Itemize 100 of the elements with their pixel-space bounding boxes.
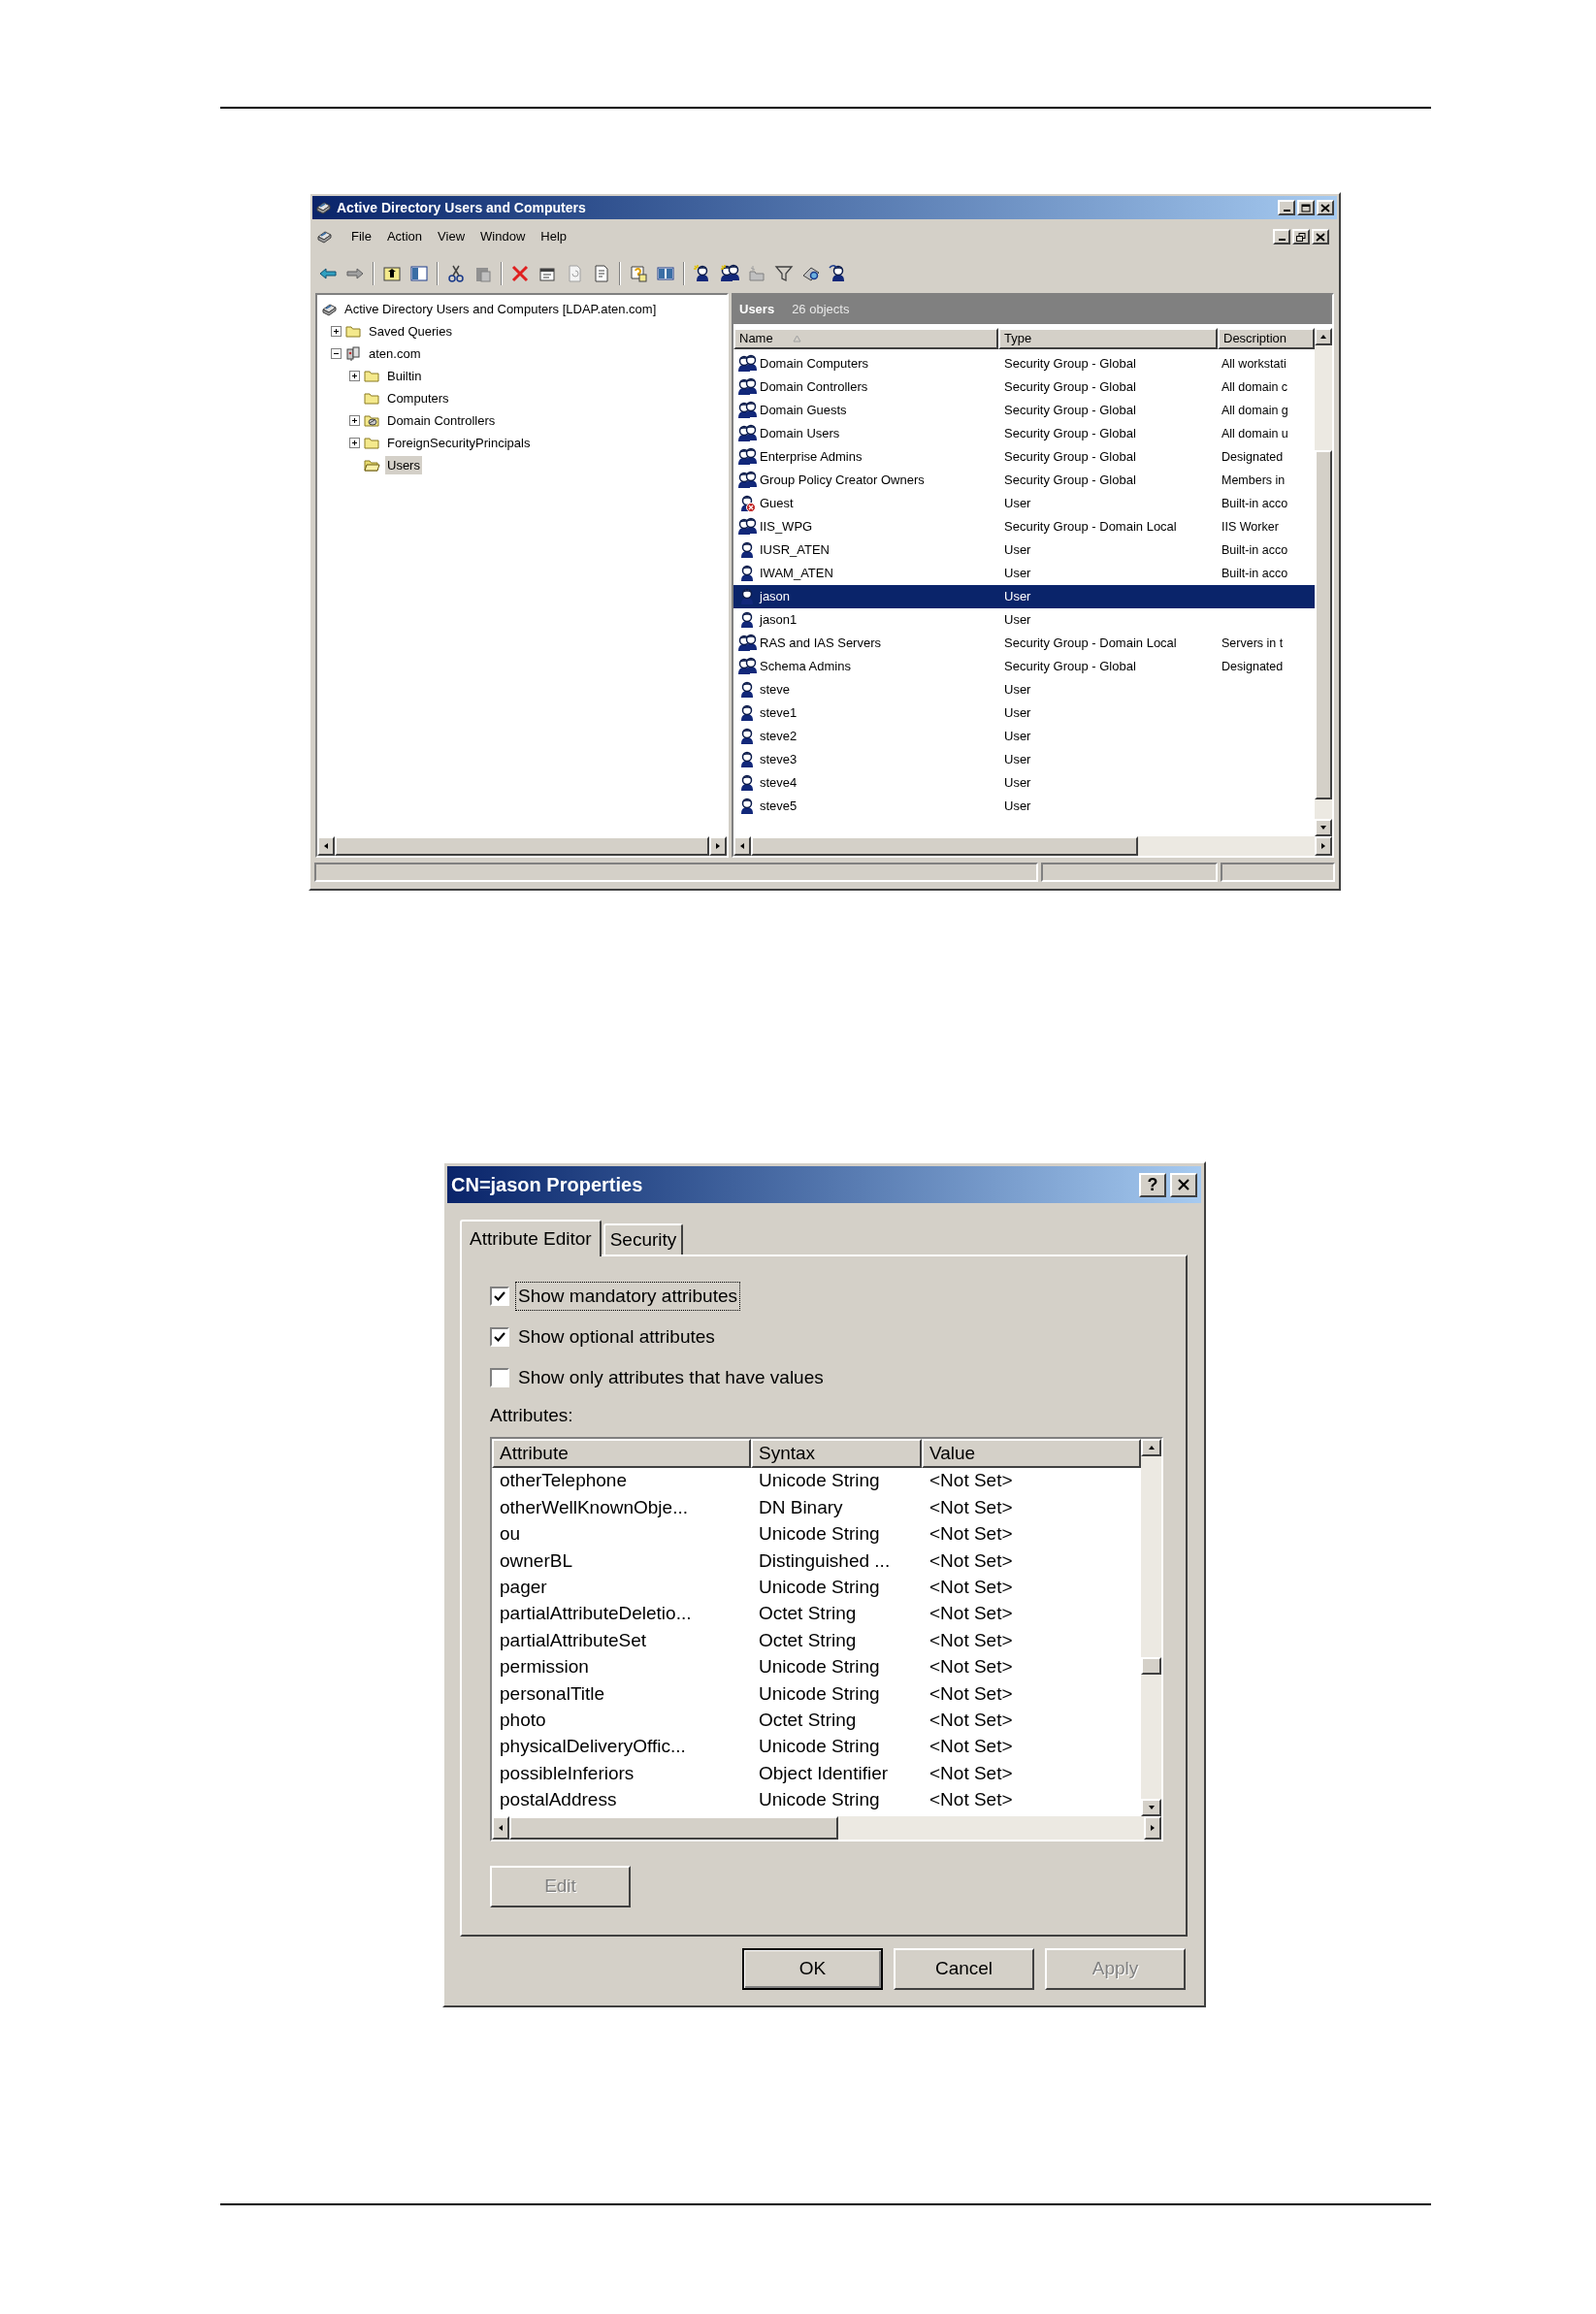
list-row[interactable]: jason User [733, 585, 1315, 608]
column-header[interactable]: Attribute [492, 1439, 751, 1468]
list-row[interactable]: Domain Users Security Group - Global All domain u [733, 422, 1315, 445]
list-row[interactable]: Domain Controllers Security Group - Global All domain c [733, 375, 1315, 399]
close-icon [1177, 1179, 1190, 1190]
table-cell: <Not Set> [929, 1656, 1013, 1678]
dialog-title: CN=jason Properties [451, 1173, 644, 1197]
vertical-scrollbar[interactable] [1315, 328, 1332, 836]
restore-button[interactable] [1292, 229, 1310, 244]
list-row[interactable]: steve2 User [733, 725, 1315, 748]
row-name: Domain Users [760, 425, 840, 443]
group-icon [737, 657, 757, 676]
list-row[interactable]: IIS_WPG Security Group - Domain Local IIS Worker [733, 515, 1315, 538]
scroll-left-button[interactable] [733, 836, 751, 856]
table-cell: <Not Set> [929, 1577, 1013, 1597]
list-row[interactable]: steve User [733, 678, 1315, 701]
list-row[interactable]: IUSR_ATEN User Built-in acco [733, 538, 1315, 562]
row-name: steve [760, 681, 791, 700]
scroll-up-button[interactable] [1141, 1439, 1161, 1456]
list-row[interactable]: steve5 User [733, 795, 1315, 818]
tab[interactable]: Attribute Editor [460, 1220, 602, 1256]
close-button[interactable] [1317, 200, 1334, 215]
list-row[interactable]: steve4 User [733, 771, 1315, 795]
menu-item[interactable]: File [351, 227, 372, 246]
column-header[interactable]: Syntax [751, 1439, 922, 1468]
scroll-left-button[interactable] [317, 836, 335, 856]
scrollbar-thumb[interactable] [1315, 450, 1332, 799]
row-description: All domain g [1221, 404, 1288, 418]
scroll-up-button[interactable] [1315, 328, 1332, 345]
checkbox[interactable] [490, 1327, 509, 1347]
scroll-left-button[interactable] [492, 1816, 509, 1840]
tree-item[interactable]: aten.com [367, 343, 423, 364]
row-type: Security Group - Global [1004, 356, 1136, 372]
list-row[interactable]: IWAM_ATEN User Built-in acco [733, 562, 1315, 585]
minimize-button[interactable] [1273, 229, 1290, 244]
list-row[interactable]: Group Policy Creator Owners Security Group - Global Members in [733, 469, 1315, 492]
list-row[interactable]: Enterprise Admins Security Group - Global Designated [733, 445, 1315, 469]
list-row[interactable]: Guest User Built-in acco [733, 492, 1315, 515]
tree-item[interactable]: Users [385, 455, 422, 475]
checkbox-label[interactable]: Show only attributes that have values [516, 1363, 826, 1392]
menu-item[interactable]: Action [386, 227, 423, 246]
list-row[interactable]: steve1 User [733, 701, 1315, 725]
checkbox-label[interactable]: Show optional attributes [516, 1322, 717, 1352]
export-icon [592, 264, 611, 283]
menu-item[interactable]: Window [480, 227, 526, 246]
column-header[interactable]: Name [733, 328, 998, 349]
help-button[interactable]: ? [1139, 1172, 1166, 1197]
row-name: jason [760, 588, 791, 606]
column-header[interactable]: Value [922, 1439, 1141, 1468]
arrow-left-icon [497, 1824, 505, 1832]
list-row[interactable]: Schema Admins Security Group - Global Designated [733, 655, 1315, 678]
menu-item[interactable]: Help [540, 227, 568, 246]
tree-item[interactable]: Saved Queries [367, 321, 454, 342]
scroll-down-button[interactable] [1315, 819, 1332, 836]
tree-item[interactable]: ForeignSecurityPrincipals [385, 433, 533, 453]
minimize-button[interactable] [1278, 200, 1295, 215]
scroll-right-button[interactable] [1315, 836, 1332, 856]
scrollbar-thumb[interactable] [1141, 1657, 1161, 1675]
checkbox-label[interactable]: Show mandatory attributes [516, 1282, 739, 1311]
scroll-right-button[interactable] [1144, 1816, 1161, 1840]
row-type: User [1004, 775, 1031, 791]
table-cell: physicalDeliveryOffic... [500, 1736, 686, 1757]
dialog-button[interactable]: OK [742, 1948, 883, 1990]
table-cell: otherWellKnownObje... [500, 1496, 688, 1517]
list-row[interactable]: Domain Computers Security Group - Global All workstati [733, 352, 1315, 375]
horizontal-scrollbar[interactable] [733, 836, 1332, 856]
checkbox[interactable] [490, 1368, 509, 1387]
table-cell: <Not Set> [929, 1762, 1013, 1783]
tab[interactable]: Security [603, 1223, 684, 1255]
checkbox[interactable] [490, 1287, 509, 1306]
scroll-down-button[interactable] [1141, 1799, 1161, 1816]
list-row[interactable]: RAS and IAS Servers Security Group - Domain Local Servers in t [733, 632, 1315, 655]
list-row[interactable]: jason1 User [733, 608, 1315, 632]
close-button[interactable] [1312, 229, 1329, 244]
row-description: Designated [1221, 660, 1284, 674]
row-name: steve5 [760, 798, 798, 816]
column-header[interactable]: Type [998, 328, 1218, 349]
close-button[interactable] [1170, 1172, 1197, 1197]
group-icon [737, 424, 757, 443]
row-name: Guest [760, 495, 794, 513]
row-description: Built-in acco [1221, 497, 1288, 511]
scrollbar-thumb[interactable] [751, 836, 1139, 856]
row-type: Security Group - Global [1004, 403, 1136, 418]
arrow-down-icon [1319, 824, 1327, 831]
tree-item[interactable]: Active Directory Users and Computers [LDAP.aten.com] [342, 299, 659, 319]
scrollbar-thumb[interactable] [509, 1816, 839, 1840]
check-icon [494, 1331, 505, 1343]
tree-item[interactable]: Computers [385, 388, 451, 408]
vertical-scrollbar[interactable] [1141, 1439, 1161, 1816]
list-row[interactable]: Domain Guests Security Group - Global All domain g [733, 399, 1315, 422]
dialog-button[interactable]: Cancel [894, 1948, 1034, 1990]
maximize-button[interactable] [1297, 200, 1315, 215]
scroll-right-button[interactable] [709, 836, 727, 856]
column-header[interactable]: Description [1218, 328, 1315, 349]
tree-item[interactable]: Domain Controllers [385, 410, 498, 431]
list-row[interactable]: steve3 User [733, 748, 1315, 771]
horizontal-scrollbar[interactable] [492, 1816, 1161, 1840]
tree-item[interactable]: Builtin [385, 366, 424, 386]
menu-item[interactable]: View [438, 227, 466, 246]
arrow-right-icon [1149, 1824, 1156, 1832]
